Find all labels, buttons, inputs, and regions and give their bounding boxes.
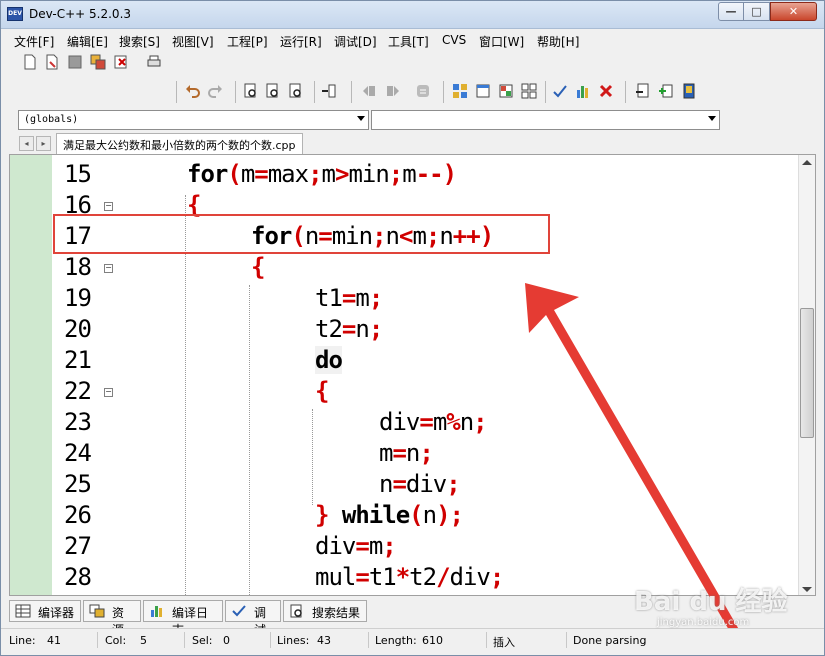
status-separator [368, 632, 369, 648]
status-separator [566, 632, 567, 648]
tab-compile-log[interactable]: 编译日志 [143, 600, 223, 637]
status-separator [486, 632, 487, 648]
status-line-value: 41 [47, 634, 61, 647]
check-icon [232, 605, 246, 617]
status-line-label: Line: [9, 634, 36, 647]
grid-icon [15, 604, 31, 618]
status-lines-label: Lines: [277, 634, 310, 647]
status-separator [97, 632, 98, 648]
tab-compiler[interactable]: 编译器 [9, 600, 81, 622]
status-bar: Line: 41 Col: 5 Sel: 0 Lines: 43 Length:… [1, 628, 824, 655]
baidu-watermark-logo: Bai du 经验 [634, 587, 788, 617]
status-separator [270, 632, 271, 648]
tab-search-results[interactable]: 搜索结果 [283, 600, 367, 622]
tab-resources[interactable]: 资源 [83, 600, 141, 637]
chart-icon [151, 606, 162, 617]
status-length-value: 610 [422, 634, 443, 647]
status-col-label: Col: [105, 634, 127, 647]
main-window: DEV Dev-C++ 5.2.0.3 — □ ✕ 文件[F] 编辑[E] 搜索… [0, 0, 825, 656]
status-sel-value: 0 [223, 634, 230, 647]
resources-icon [89, 604, 105, 618]
status-insert-mode: 插入 [493, 636, 515, 649]
status-col-value: 5 [140, 634, 147, 647]
status-length-label: Length: [375, 634, 417, 647]
status-lines-value: 43 [317, 634, 331, 647]
status-separator [184, 632, 185, 648]
watermark-url: jingyan.baidu.com [657, 617, 750, 628]
tab-label: 编译器 [38, 606, 75, 620]
tab-debug[interactable]: 调试 [225, 600, 281, 637]
tab-label: 搜索结果 [312, 606, 361, 620]
arrow-annotation-icon [525, 283, 741, 637]
find-icon [290, 604, 302, 618]
status-sel-label: Sel: [192, 634, 213, 647]
status-parse: Done parsing [573, 634, 647, 647]
